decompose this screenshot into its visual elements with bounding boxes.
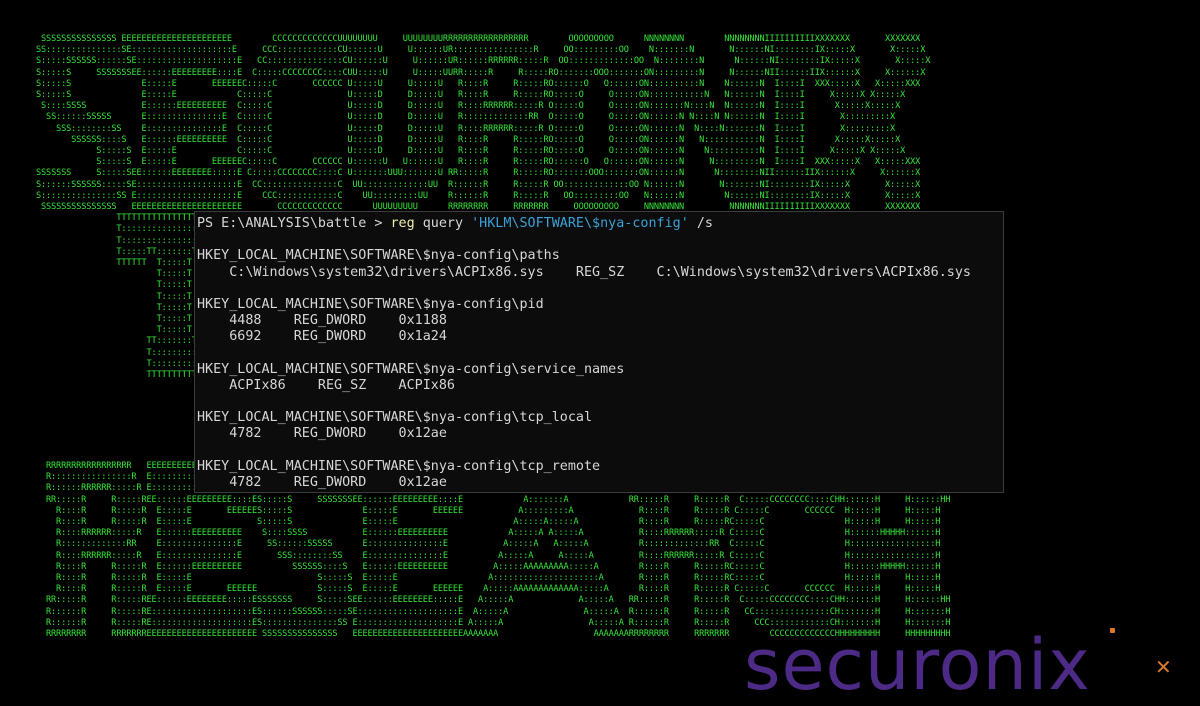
logo-x-mark-icon: ✕ xyxy=(1155,655,1172,679)
terminal-prompt: PS E:\ANALYSIS\battle > xyxy=(197,216,391,231)
terminal-output-line: HKEY_LOCAL_MACHINE\SOFTWARE\$nya-config\… xyxy=(197,361,625,377)
terminal-command-args: query xyxy=(414,216,472,231)
securonix-logo: securonix xyxy=(744,624,1091,706)
terminal-output-line: 4782 REG_DWORD 0x12ae xyxy=(197,426,447,442)
terminal-output-line: HKEY_LOCAL_MACHINE\SOFTWARE\$nya-config\… xyxy=(197,410,593,426)
terminal-registry-key-arg: 'HKLM\SOFTWARE\$nya-config' xyxy=(471,216,689,231)
terminal-output-line: 4488 REG_DWORD 0x1188 xyxy=(197,313,447,329)
terminal-output-line: 4782 REG_DWORD 0x12ae xyxy=(197,475,447,490)
terminal-output-line: HKEY_LOCAL_MACHINE\SOFTWARE\$nya-config\… xyxy=(197,458,601,474)
terminal-output-line: 6692 REG_DWORD 0x1a24 xyxy=(197,329,447,345)
terminal-output-line: C:\Windows\system32\drivers\ACPIx86.sys … xyxy=(197,264,971,280)
terminal-window[interactable]: PS E:\ANALYSIS\battle > reg query 'HKLM\… xyxy=(194,211,1004,493)
terminal-output-line: ACPIx86 REG_SZ ACPIx86 xyxy=(197,377,455,393)
terminal-switch: /s xyxy=(688,216,713,231)
logo-accent-dot xyxy=(1110,628,1115,633)
terminal-command-line: PS E:\ANALYSIS\battle > reg query 'HKLM\… xyxy=(197,216,1001,232)
terminal-output-line: HKEY_LOCAL_MACHINE\SOFTWARE\$nya-config\… xyxy=(197,296,544,312)
terminal-output-line: HKEY_LOCAL_MACHINE\SOFTWARE\$nya-config\… xyxy=(197,248,560,264)
terminal-command: reg xyxy=(390,216,415,231)
